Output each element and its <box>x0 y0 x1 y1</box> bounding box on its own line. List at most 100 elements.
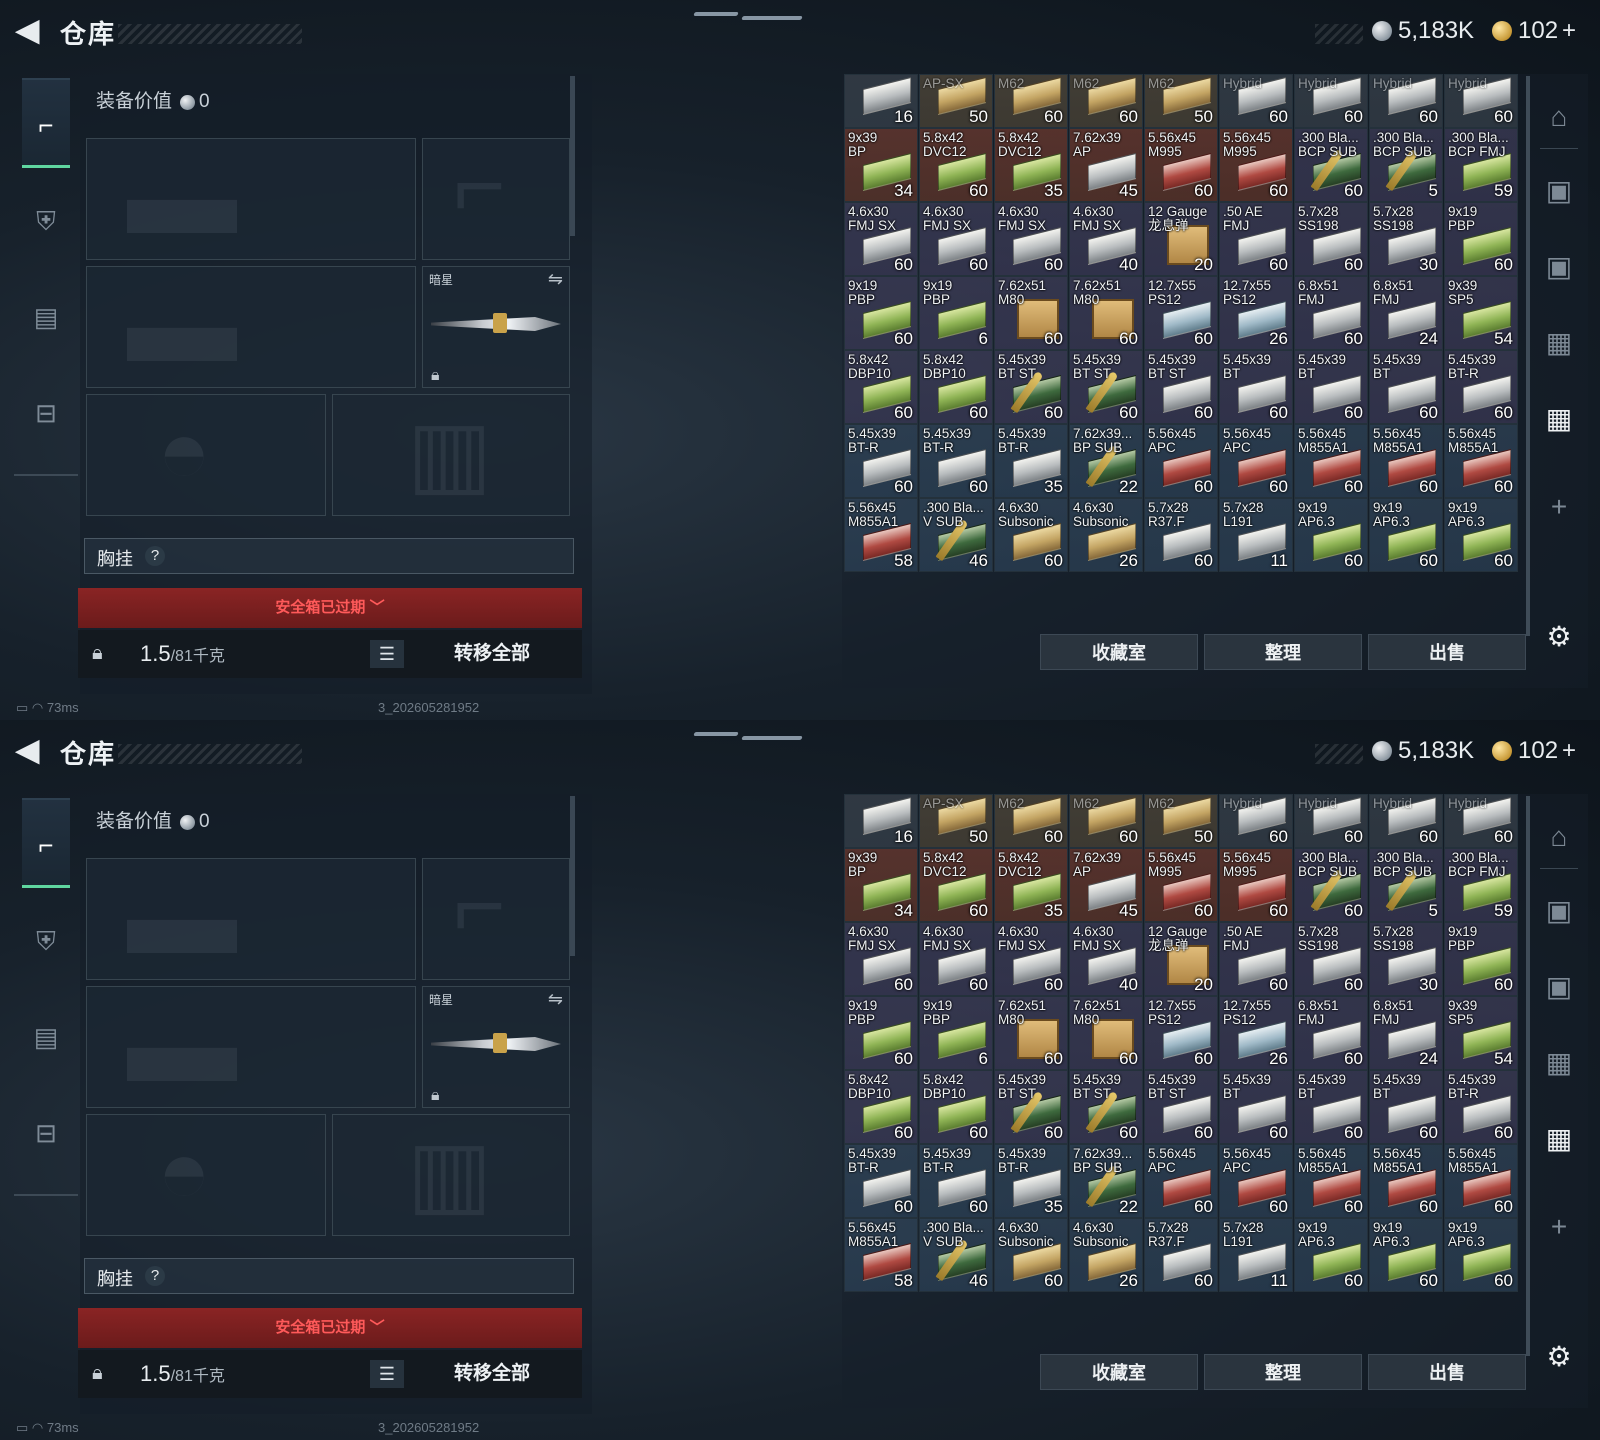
stash-item[interactable]: 4.6x30 FMJ SX 40 <box>1069 202 1143 276</box>
stash-item[interactable]: Hybrid 60 <box>1369 74 1443 128</box>
stash-item[interactable]: Hybrid 60 <box>1219 794 1293 848</box>
stash-item[interactable]: Hybrid 60 <box>1294 74 1368 128</box>
stash-item[interactable]: 5.45x39 BT-R 35 <box>994 1144 1068 1218</box>
stash-item[interactable]: 9x19 AP6.3 60 <box>1444 1218 1518 1292</box>
stash-item[interactable]: 12 Gauge 龙息弹 20 <box>1144 922 1218 996</box>
stash-item[interactable]: 5.45x39 BT 60 <box>1369 1070 1443 1144</box>
stash-item[interactable]: 5.56x45 APC 60 <box>1219 424 1293 498</box>
stash-item[interactable]: 5.45x39 BT 60 <box>1294 350 1368 424</box>
stash-item[interactable]: 4.6x30 Subsonic 60 <box>994 498 1068 572</box>
settings-button[interactable]: ⚙ <box>1540 1338 1578 1376</box>
stash-item[interactable]: 9x39 BP 34 <box>844 128 918 202</box>
stash-item[interactable]: 7.62x39 AP 45 <box>1069 848 1143 922</box>
stash-item[interactable]: 4.6x30 FMJ SX 60 <box>919 922 993 996</box>
stash-item[interactable]: 5.56x45 M855A1 58 <box>844 1218 918 1292</box>
stash-item[interactable]: 7.62x39... BP SUB 22 <box>1069 424 1143 498</box>
stash-item[interactable]: 4.6x30 FMJ SX 60 <box>844 202 918 276</box>
sidebar-item-stash-2[interactable]: ▣ <box>1540 248 1578 286</box>
stash-item[interactable]: 6.8x51 FMJ 24 <box>1369 996 1443 1070</box>
stash-item[interactable]: .300 Bla... V SUB 46 <box>919 1218 993 1292</box>
stash-item[interactable]: 5.56x45 M995 60 <box>1144 848 1218 922</box>
melee-slot[interactable]: 暗星 ⇋ 🔒︎ <box>422 986 570 1108</box>
stash-item[interactable]: 5.45x39 BT ST 60 <box>1069 350 1143 424</box>
sidebar-item-favorites[interactable]: ⌂ <box>1540 98 1578 136</box>
stash-item[interactable]: 5.56x45 APC 60 <box>1144 1144 1218 1218</box>
stash-item[interactable]: .50 AE FMJ 60 <box>1219 922 1293 996</box>
stash-item[interactable]: 12.7x55 PS12 60 <box>1144 276 1218 350</box>
stash-item[interactable]: M62 60 <box>994 794 1068 848</box>
stash-item[interactable]: 5.56x45 M995 60 <box>1144 128 1218 202</box>
stash-item[interactable]: .300 Bla... BCP SUB 5 <box>1369 848 1443 922</box>
helmet-slot[interactable]: ◓ <box>86 394 326 516</box>
stash-item[interactable]: 4.6x30 FMJ SX 60 <box>844 922 918 996</box>
primary-weapon-slot[interactable]: ▬ <box>86 138 416 260</box>
stash-item[interactable]: 4.6x30 FMJ SX 60 <box>994 202 1068 276</box>
stash-item[interactable]: 5.7x28 SS198 30 <box>1369 202 1443 276</box>
stash-item[interactable]: 9x19 PBP 6 <box>919 276 993 350</box>
stash-item[interactable]: 5.45x39 BT 60 <box>1369 350 1443 424</box>
stash-item[interactable]: Hybrid 60 <box>1444 74 1518 128</box>
stash-item[interactable]: 5.8x42 DBP10 60 <box>844 350 918 424</box>
body-armor-slot[interactable]: ▥ <box>332 1114 570 1236</box>
stash-item[interactable]: 7.62x39... BP SUB 22 <box>1069 1144 1143 1218</box>
stash-item[interactable]: 5.8x42 DVC12 35 <box>994 848 1068 922</box>
stash-item[interactable]: 16 <box>844 794 918 848</box>
stash-item[interactable]: 4.6x30 Subsonic 60 <box>994 1218 1068 1292</box>
stash-item[interactable]: .300 Bla... BCP FMJ 59 <box>1444 848 1518 922</box>
swap-icon[interactable]: ⇋ <box>548 269 563 290</box>
organize-button[interactable]: 整理 <box>1204 1354 1362 1390</box>
sidebar-item-stash-3[interactable]: ▦ <box>1540 324 1578 362</box>
collection-room-button[interactable]: 收藏室 <box>1040 634 1198 670</box>
nav-weapons[interactable]: ⌐ <box>22 78 70 168</box>
list-view-button[interactable]: ☰ <box>370 640 404 668</box>
stash-item[interactable]: 4.6x30 FMJ SX 60 <box>994 922 1068 996</box>
stash-item[interactable]: 5.45x39 BT-R 60 <box>1444 350 1518 424</box>
stash-item[interactable]: 9x19 PBP 6 <box>919 996 993 1070</box>
stash-item[interactable]: 5.7x28 SS198 60 <box>1294 922 1368 996</box>
stash-item[interactable]: 6.8x51 FMJ 60 <box>1294 996 1368 1070</box>
stash-item[interactable]: 9x19 PBP 60 <box>844 276 918 350</box>
stash-item[interactable]: 9x19 PBP 60 <box>1444 922 1518 996</box>
stash-item[interactable]: 9x39 SP5 54 <box>1444 996 1518 1070</box>
add-gold-button[interactable]: + <box>1562 17 1576 44</box>
stash-item[interactable]: 5.56x45 M855A1 60 <box>1444 424 1518 498</box>
stash-item[interactable]: .300 Bla... BCP SUB 60 <box>1294 848 1368 922</box>
nav-case[interactable]: ⊟ <box>22 1088 70 1178</box>
stash-item[interactable]: 5.56x45 M855A1 60 <box>1294 1144 1368 1218</box>
safe-box-expired-banner[interactable]: 安全箱已过期 ﹀ <box>78 1308 582 1348</box>
stash-item[interactable]: 9x19 AP6.3 60 <box>1444 498 1518 572</box>
back-button[interactable]: ◀ <box>16 734 50 768</box>
gold-currency[interactable]: 102 + <box>1492 16 1576 46</box>
sidebar-item-stash-4[interactable]: ▦ <box>1540 1120 1578 1158</box>
stash-item[interactable]: 12.7x55 PS12 60 <box>1144 996 1218 1070</box>
stash-item[interactable]: M62 50 <box>1144 74 1218 128</box>
stash-item[interactable]: Hybrid 60 <box>1219 74 1293 128</box>
safe-box-expired-banner[interactable]: 安全箱已过期 ﹀ <box>78 588 582 628</box>
stash-item[interactable]: 5.7x28 SS198 30 <box>1369 922 1443 996</box>
stash-item[interactable]: 5.8x42 DBP10 60 <box>844 1070 918 1144</box>
stash-item[interactable]: 5.56x45 M855A1 58 <box>844 498 918 572</box>
stash-item[interactable]: .300 Bla... BCP SUB 5 <box>1369 128 1443 202</box>
sell-button[interactable]: 出售 <box>1368 634 1526 670</box>
stash-item[interactable]: 4.6x30 FMJ SX 60 <box>919 202 993 276</box>
stash-item[interactable]: 5.56x45 APC 60 <box>1219 1144 1293 1218</box>
stash-item[interactable]: .50 AE FMJ 60 <box>1219 202 1293 276</box>
stash-item[interactable]: 5.45x39 BT 60 <box>1294 1070 1368 1144</box>
stash-item[interactable]: 5.56x45 M855A1 60 <box>1369 1144 1443 1218</box>
chest-rig-header[interactable]: 胸挂? <box>84 1258 574 1294</box>
stash-item[interactable]: 6.8x51 FMJ 60 <box>1294 276 1368 350</box>
stash-item[interactable]: 4.6x30 Subsonic 26 <box>1069 498 1143 572</box>
stash-item[interactable]: M62 50 <box>1144 794 1218 848</box>
stash-item[interactable]: 5.56x45 M855A1 60 <box>1294 424 1368 498</box>
stash-item[interactable]: 5.45x39 BT ST 60 <box>1069 1070 1143 1144</box>
stash-item[interactable]: 5.8x42 DBP10 60 <box>919 1070 993 1144</box>
stash-item[interactable]: 12.7x55 PS12 26 <box>1219 276 1293 350</box>
stash-item[interactable]: 5.7x28 L191 11 <box>1219 498 1293 572</box>
chest-rig-header[interactable]: 胸挂? <box>84 538 574 574</box>
nav-backpack[interactable]: ▤ <box>22 992 70 1082</box>
stash-item[interactable]: 5.56x45 M995 60 <box>1219 128 1293 202</box>
stash-item[interactable]: 6.8x51 FMJ 24 <box>1369 276 1443 350</box>
sell-button[interactable]: 出售 <box>1368 1354 1526 1390</box>
stash-item[interactable]: 5.8x42 DBP10 60 <box>919 350 993 424</box>
stash-item[interactable]: 7.62x39 AP 45 <box>1069 128 1143 202</box>
